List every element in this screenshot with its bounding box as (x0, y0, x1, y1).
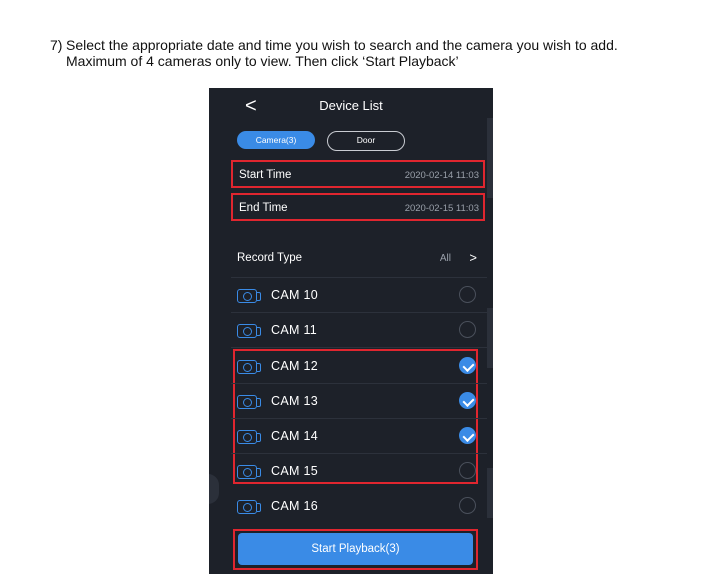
check-circle-icon[interactable] (459, 286, 476, 303)
camera-name: CAM 11 (271, 323, 318, 337)
camera-icon (237, 500, 261, 514)
app-header: < Device List (209, 88, 493, 124)
start-time-label: Start Time (239, 169, 292, 181)
camera-name: CAM 15 (271, 464, 318, 478)
camera-item-cam-12[interactable]: CAM 12 (237, 354, 479, 384)
camera-name: CAM 13 (271, 394, 318, 408)
camera-item-cam-14[interactable]: CAM 14 (237, 424, 479, 454)
camera-icon (237, 360, 261, 374)
camera-icon (237, 395, 261, 409)
divider (231, 277, 487, 278)
check-circle-icon[interactable] (459, 392, 476, 409)
background-edge (487, 118, 493, 198)
tab-door[interactable]: Door (327, 131, 405, 151)
check-circle-icon[interactable] (459, 357, 476, 374)
record-type-label: Record Type (237, 252, 302, 264)
chevron-right-icon: > (469, 250, 477, 265)
camera-icon (237, 430, 261, 444)
page-title: Device List (319, 98, 383, 113)
start-time-value: 2020-02-14 11:03 (404, 170, 479, 181)
start-time-row[interactable]: Start Time 2020-02-14 11:03 (231, 160, 485, 188)
camera-icon (237, 324, 261, 338)
end-time-label: End Time (239, 202, 288, 214)
step-number: 7) (50, 37, 63, 53)
background-edge (487, 308, 493, 368)
divider (231, 453, 487, 454)
divider (231, 383, 487, 384)
check-circle-icon[interactable] (459, 497, 476, 514)
camera-icon (237, 289, 261, 303)
end-time-row[interactable]: End Time 2020-02-15 11:03 (231, 193, 485, 221)
tab-camera[interactable]: Camera(3) (237, 131, 315, 149)
instruction-line-1: Select the appropriate date and time you… (66, 37, 618, 53)
device-list-screenshot: < Device List Camera(3) Door Start Time … (209, 88, 493, 574)
camera-name: CAM 12 (271, 359, 318, 373)
background-edge (487, 468, 493, 518)
camera-name: CAM 14 (271, 429, 318, 443)
start-playback-button[interactable]: Start Playback(3) (238, 533, 473, 565)
camera-item-cam-11[interactable]: CAM 11 (237, 318, 479, 348)
check-circle-icon[interactable] (459, 462, 476, 479)
check-circle-icon[interactable] (459, 321, 476, 338)
camera-item-cam-10[interactable]: CAM 10 (237, 283, 479, 313)
check-circle-icon[interactable] (459, 427, 476, 444)
divider (231, 347, 487, 348)
camera-icon (237, 465, 261, 479)
divider (231, 312, 487, 313)
divider (231, 418, 487, 419)
background-knob (209, 474, 219, 504)
record-type-row[interactable]: Record Type All > (237, 250, 477, 271)
end-time-value: 2020-02-15 11:03 (404, 203, 479, 214)
instruction-line-2: Maximum of 4 cameras only to view. Then … (66, 53, 459, 69)
record-type-value: All (439, 253, 451, 264)
camera-item-cam-15[interactable]: CAM 15 (237, 459, 479, 489)
camera-item-cam-13[interactable]: CAM 13 (237, 389, 479, 419)
camera-item-cam-16[interactable]: CAM 16 (237, 494, 479, 524)
instruction-text: 7) Select the appropriate date and time y… (50, 37, 690, 69)
camera-name: CAM 10 (271, 288, 318, 302)
camera-name: CAM 16 (271, 499, 318, 513)
